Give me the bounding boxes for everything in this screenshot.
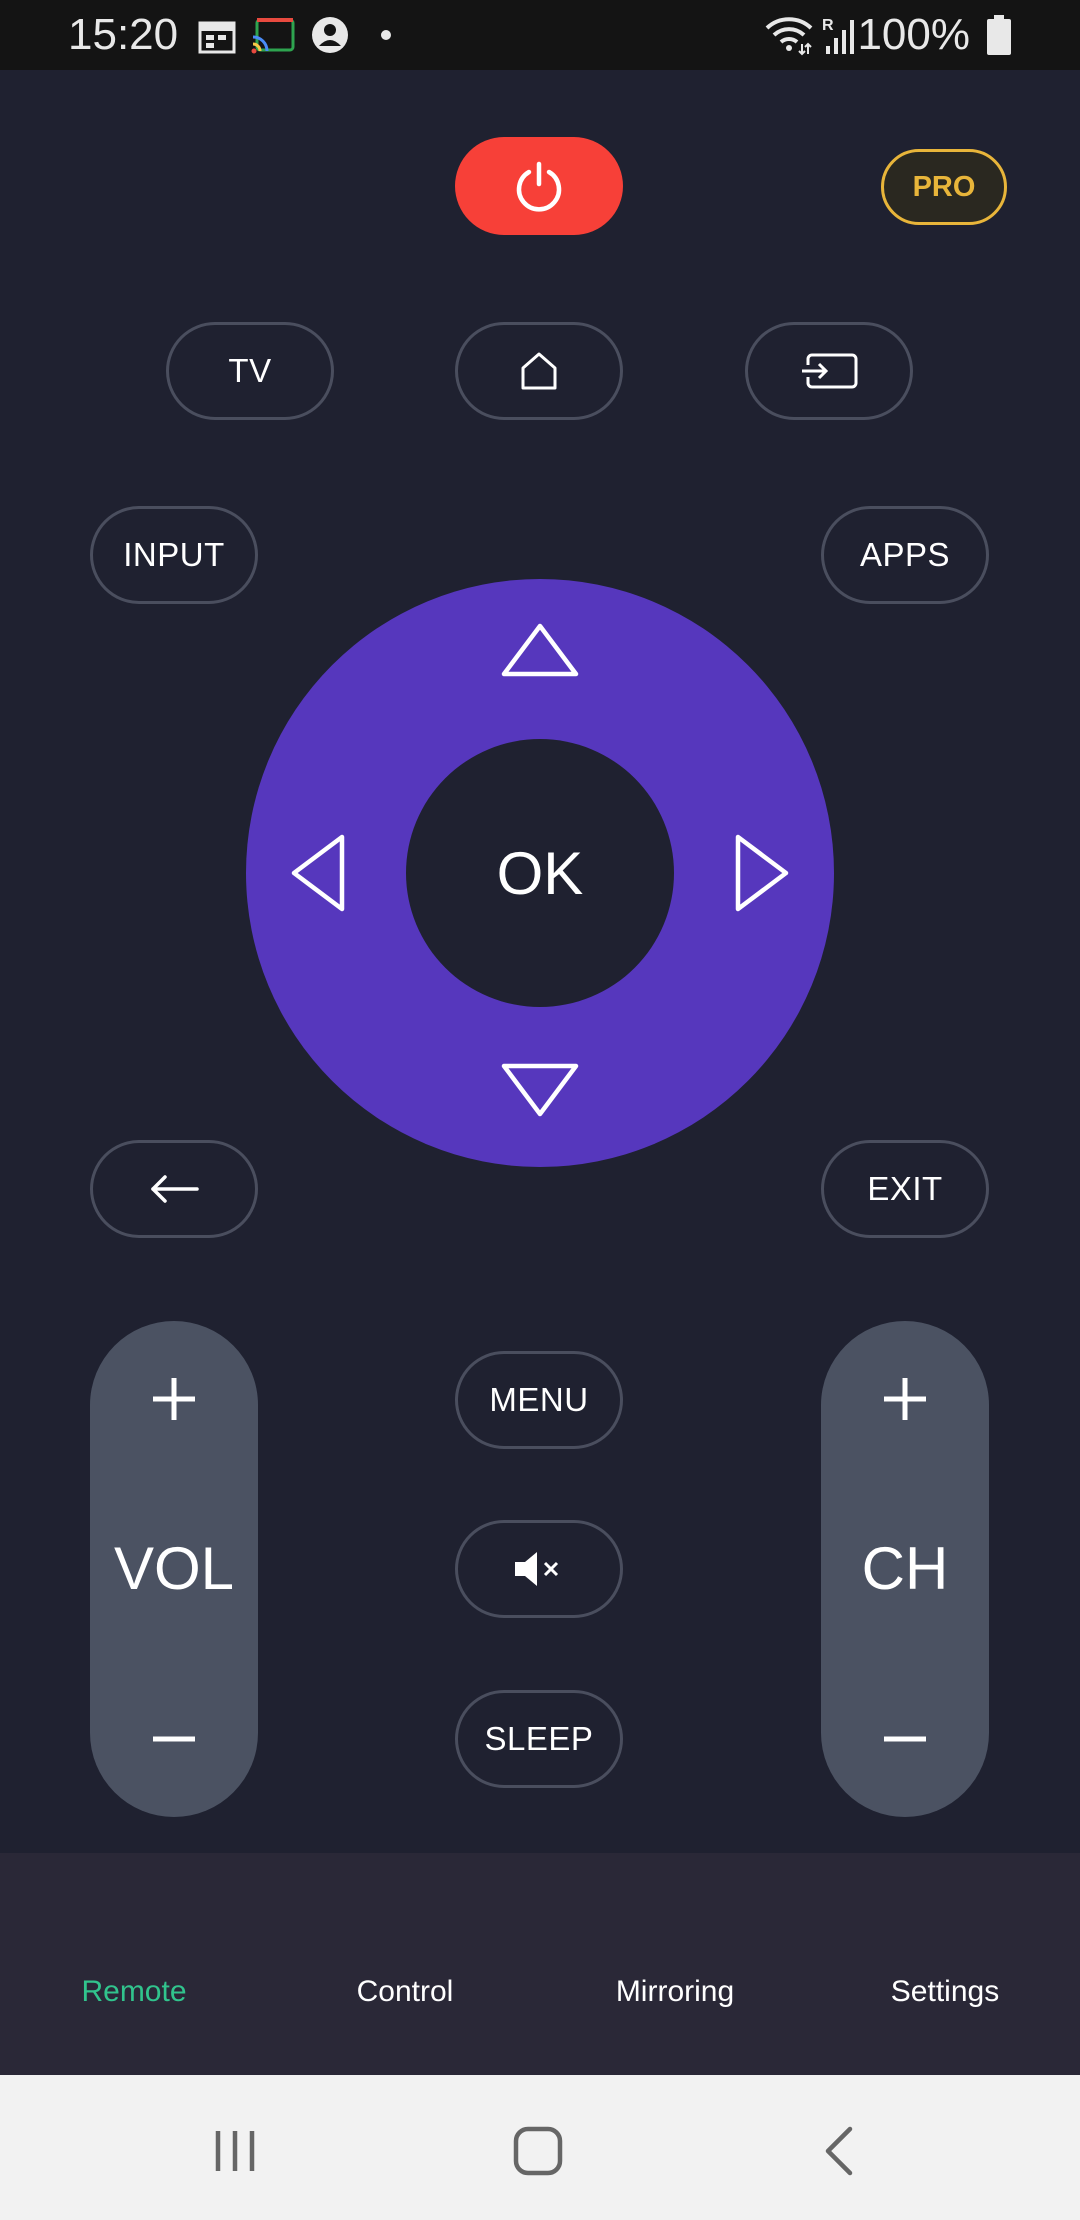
calendar-icon xyxy=(198,21,236,54)
dpad-up-button[interactable] xyxy=(480,610,600,690)
ok-button[interactable]: OK xyxy=(406,739,674,1007)
pro-label: PRO xyxy=(912,170,976,203)
down-arrow-icon xyxy=(501,1063,579,1117)
dpad-right-button[interactable] xyxy=(722,813,802,933)
mute-button[interactable] xyxy=(455,1520,623,1618)
sleep-label: SLEEP xyxy=(484,1720,594,1757)
channel-label: CH xyxy=(861,1535,949,1602)
exit-label: EXIT xyxy=(867,1170,943,1207)
recent-apps-icon[interactable] xyxy=(210,2127,260,2175)
pro-button[interactable]: PRO xyxy=(881,149,1007,225)
wifi-icon xyxy=(765,17,813,56)
battery-icon xyxy=(987,15,1011,55)
left-arrow-icon xyxy=(291,834,345,912)
source-button[interactable] xyxy=(745,322,913,420)
apps-button[interactable]: APPS xyxy=(821,506,989,604)
dpad-down-button[interactable] xyxy=(480,1050,600,1130)
tab-settings[interactable]: Settings xyxy=(825,1975,1065,2009)
battery-percent: 100% xyxy=(857,10,970,59)
volume-down-button[interactable] xyxy=(90,1699,258,1779)
apps-label: APPS xyxy=(859,536,951,573)
volume-up-button[interactable] xyxy=(90,1359,258,1439)
signal-icon: R xyxy=(822,17,854,54)
minus-icon xyxy=(153,1736,195,1742)
input-label: INPUT xyxy=(123,536,225,573)
system-nav-bar xyxy=(0,2075,1080,2220)
menu-label: MENU xyxy=(489,1381,589,1418)
minus-icon xyxy=(884,1736,926,1742)
cast-icon xyxy=(251,18,295,54)
tab-mirroring[interactable]: Mirroring xyxy=(555,1975,795,2009)
back-nav-icon[interactable] xyxy=(822,2125,856,2177)
bottom-tab-bar xyxy=(0,1853,1080,2075)
back-arrow-icon xyxy=(151,1175,199,1203)
tab-remote[interactable]: Remote xyxy=(14,1975,254,2009)
dpad-left-button[interactable] xyxy=(278,813,358,933)
right-arrow-icon xyxy=(735,834,789,912)
home-nav-icon[interactable] xyxy=(512,2125,564,2177)
channel-down-button[interactable] xyxy=(821,1699,989,1779)
tab-control[interactable]: Control xyxy=(285,1975,525,2009)
account-icon xyxy=(312,17,348,53)
volume-rocker: VOL xyxy=(90,1321,258,1817)
plus-icon xyxy=(884,1378,926,1420)
tv-button[interactable]: TV xyxy=(166,322,334,420)
home-icon xyxy=(521,352,557,390)
ok-label: OK xyxy=(496,839,584,907)
power-icon xyxy=(516,161,562,212)
up-arrow-icon xyxy=(501,623,579,677)
svg-text:R: R xyxy=(822,17,834,34)
source-icon xyxy=(798,353,858,389)
status-bar: 15:20 R 100% xyxy=(0,0,1080,70)
status-time: 15:20 xyxy=(68,10,179,59)
menu-button[interactable]: MENU xyxy=(455,1351,623,1449)
dot-icon xyxy=(381,30,391,40)
tv-label: TV xyxy=(228,352,272,389)
back-button[interactable] xyxy=(90,1140,258,1238)
input-button[interactable]: INPUT xyxy=(90,506,258,604)
home-button[interactable] xyxy=(455,322,623,420)
power-button[interactable] xyxy=(455,137,623,235)
channel-up-button[interactable] xyxy=(821,1359,989,1439)
channel-rocker: CH xyxy=(821,1321,989,1817)
volume-label: VOL xyxy=(113,1535,235,1602)
plus-icon xyxy=(153,1378,195,1420)
exit-button[interactable]: EXIT xyxy=(821,1140,989,1238)
sleep-button[interactable]: SLEEP xyxy=(455,1690,623,1788)
mute-icon xyxy=(515,1552,559,1586)
